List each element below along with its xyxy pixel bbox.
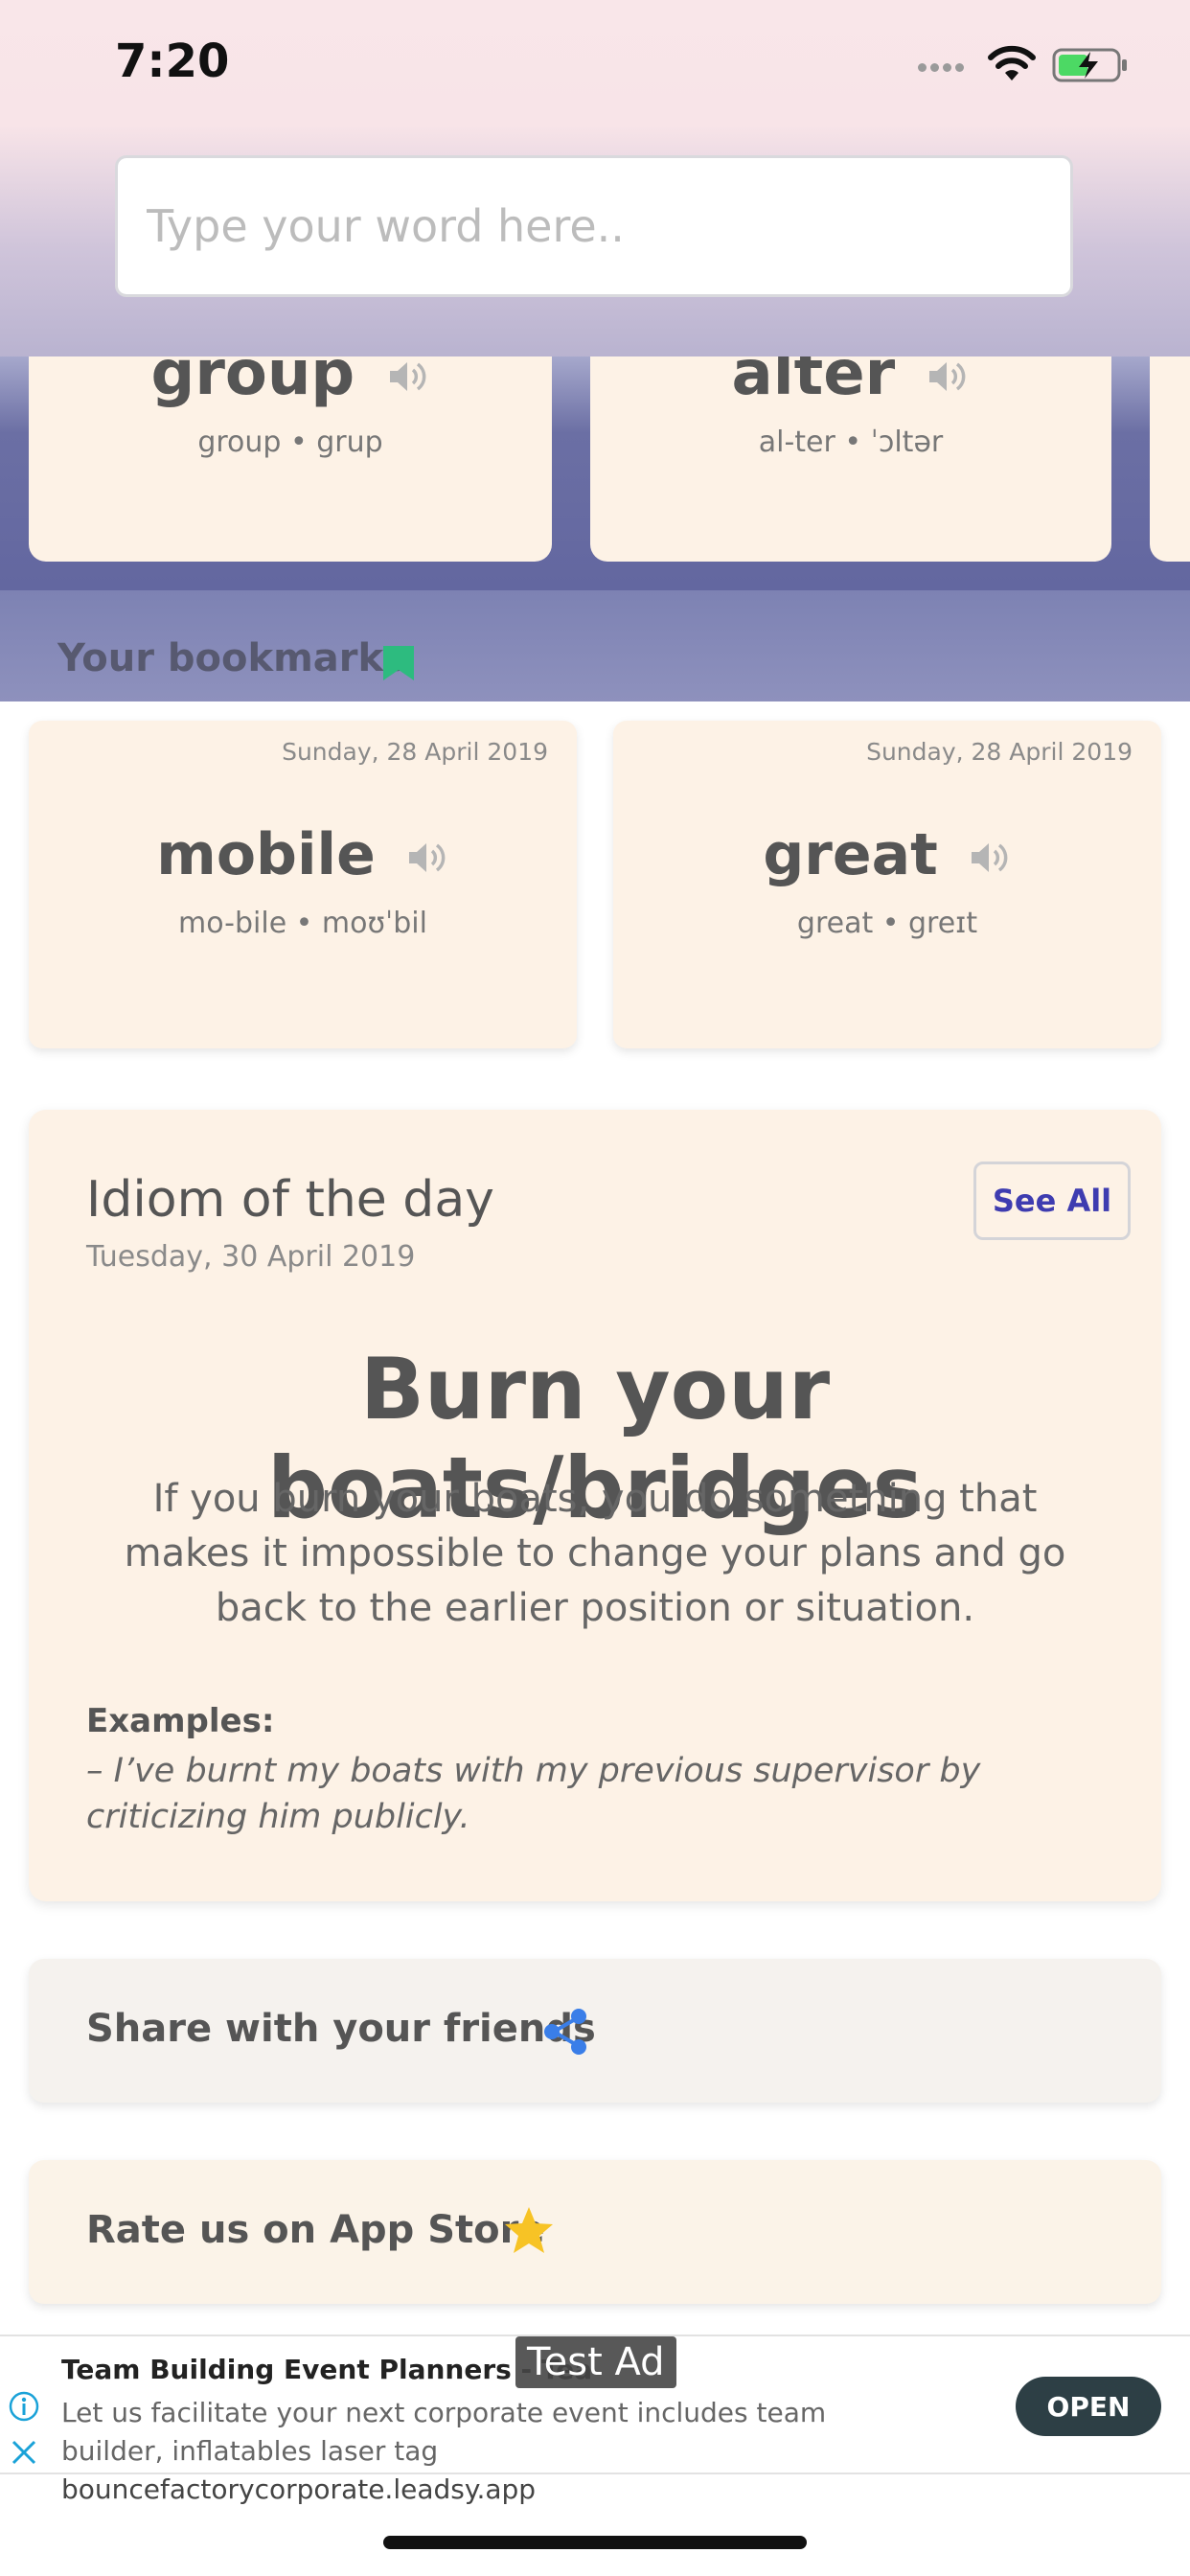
word-phonetic: group • grup (197, 426, 383, 459)
word-phonetic: al-ter • ˈɔltər (758, 426, 944, 459)
share-button[interactable]: Share with your friends (29, 1959, 1161, 2103)
star-icon (505, 2207, 553, 2253)
idiom-date: Tuesday, 30 April 2019 (86, 1240, 416, 1274)
bookmark-icon (383, 646, 414, 680)
ad-body-text: Let us facilitate your next corporate ev… (61, 2397, 827, 2467)
bookmark-date: Sunday, 28 April 2019 (866, 738, 1133, 766)
info-icon[interactable] (8, 2390, 40, 2423)
ad-open-button[interactable]: OPEN (1016, 2377, 1161, 2436)
recent-word-card-partial[interactable] (1150, 356, 1190, 562)
share-icon (544, 2009, 586, 2055)
test-ad-badge: Test Ad (515, 2336, 676, 2388)
cellular-signal-icon (918, 58, 973, 72)
rate-label: Rate us on App Store (86, 2208, 545, 2252)
status-time: 7:20 (115, 34, 230, 88)
close-icon[interactable] (8, 2436, 40, 2469)
examples-text: – I’ve burnt my boats with my previous s… (86, 1752, 981, 1836)
rate-app-button[interactable]: Rate us on App Store (29, 2160, 1161, 2304)
search-input[interactable] (115, 155, 1073, 297)
examples-label: Examples: (86, 1702, 275, 1740)
bookmark-phonetic: mo-bile • moʊˈbil (178, 907, 427, 940)
battery-icon (1052, 48, 1127, 82)
idiom-meaning: If you burn your boats, you do something… (124, 1477, 1066, 1630)
home-indicator[interactable] (383, 2536, 807, 2549)
bookmark-word: mobile (156, 821, 376, 888)
header: 7:20 (0, 0, 1190, 356)
bookmark-date: Sunday, 28 April 2019 (282, 738, 548, 766)
recent-word-card[interactable]: alter al-ter • ˈɔltər (590, 343, 1111, 562)
bookmark-word: great (763, 821, 938, 888)
ad-body: Let us facilitate your next corporate ev… (61, 2394, 904, 2509)
ad-banner[interactable]: Team Building Event Planners - Tea Let u… (0, 2334, 1190, 2505)
idiom-card: Idiom of the day Tuesday, 30 April 2019 … (29, 1110, 1161, 1901)
bookmarks-section-title: Your bookmarks (57, 636, 406, 680)
idiom-heading: Idiom of the day (86, 1171, 494, 1229)
bookmark-phonetic: great • greɪt (796, 907, 978, 940)
bookmark-card[interactable]: Sunday, 28 April 2019 mobile mo-bile • m… (29, 721, 577, 1048)
ad-domain: bouncefactorycorporate.leadsy.app (61, 2473, 537, 2505)
speaker-icon[interactable] (386, 357, 430, 396)
speaker-icon[interactable] (926, 357, 970, 396)
recent-word-card[interactable]: group group • grup (29, 343, 552, 562)
bookmark-card[interactable]: Sunday, 28 April 2019 great great • greɪ… (613, 721, 1161, 1048)
see-all-button[interactable]: See All (973, 1162, 1131, 1240)
speaker-icon[interactable] (405, 839, 449, 877)
ad-title: Team Building Event Planners - Tea (61, 2354, 593, 2385)
speaker-icon[interactable] (968, 839, 1012, 877)
wifi-icon (988, 45, 1036, 80)
share-label: Share with your friends (86, 2007, 596, 2051)
